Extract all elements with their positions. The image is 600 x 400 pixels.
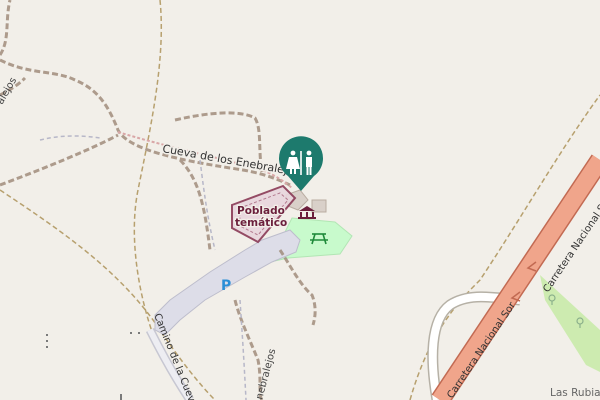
small-markers [46, 332, 140, 400]
parking-icon[interactable]: P [221, 278, 231, 294]
themed-village-label-1: Poblado [237, 205, 285, 217]
carretera-lower-label: Carretera Nacional Sor [445, 300, 518, 400]
footpaths [39, 135, 247, 400]
primary-road [432, 155, 600, 400]
enebralejos-bottom-label: nebralejos [254, 348, 278, 400]
building-2 [311, 199, 327, 213]
themed-village-label-2: temático [235, 217, 287, 229]
place-las-rubias-label: Las Rubia [550, 387, 600, 399]
map-layer[interactable]: Cueva de los Enebralejos alejos Poblado … [0, 0, 600, 400]
map-canvas[interactable]: Cueva de los Enebralejos alejos Poblado … [0, 0, 600, 400]
enebralejos-left-label: alejos [0, 76, 19, 107]
